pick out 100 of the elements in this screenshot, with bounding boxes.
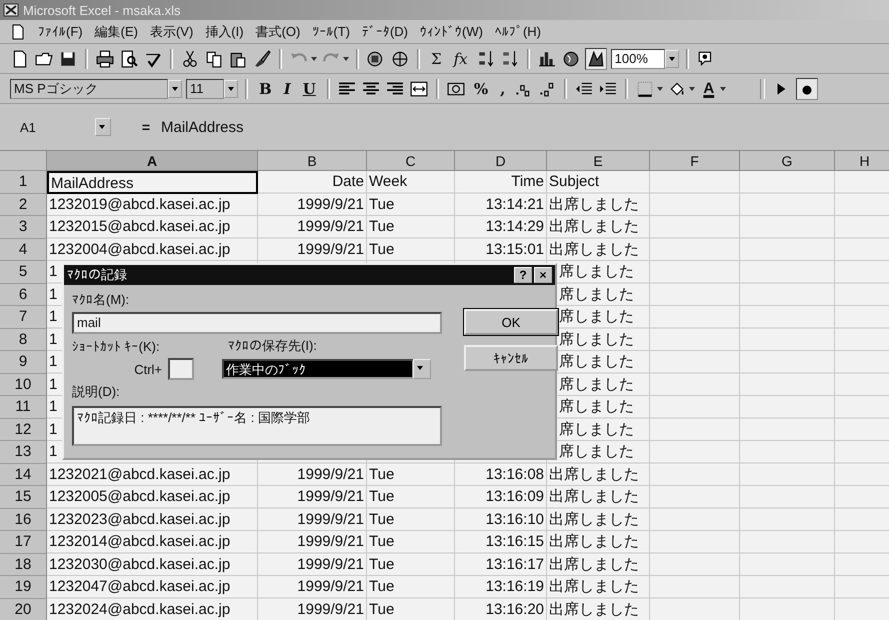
table-cell-text: Tue [368,510,396,530]
column-header[interactable]: G [740,151,835,171]
row-header[interactable]: 12 [0,418,47,441]
row-header[interactable]: 1 [0,171,47,194]
table-cell-text: 13:14:29 [484,217,545,237]
zoom-box[interactable]: 100% [610,48,665,68]
table-cell-text: 出席しました [548,532,640,552]
table-cell-text: 1 [48,262,58,282]
close-button[interactable]: × [534,267,552,283]
store-location-label: ﾏｸﾛの保存先(I): [228,337,317,355]
font-size-box[interactable]: 11 [186,78,224,98]
autosum-button[interactable]: Σ [427,50,446,68]
caret-icon[interactable] [689,86,696,90]
row-header[interactable]: 3 [0,216,47,238]
dropdown-button[interactable] [413,359,431,379]
column-header[interactable]: H [835,151,889,171]
column-header[interactable]: A [47,151,258,171]
brush-icon[interactable] [252,48,272,68]
globe-icon[interactable] [390,48,410,68]
menu-item[interactable]: ﾃﾞｰﾀ(D) [362,24,408,39]
italic-button[interactable]: I [280,80,295,98]
row-header[interactable]: 11 [0,396,47,418]
font-box[interactable]: MS Pゴシック [10,78,168,98]
copy-icon[interactable] [204,48,224,68]
row-header[interactable]: 7 [0,306,47,328]
column-header[interactable]: F [650,151,740,171]
row-header[interactable]: 5 [0,261,47,284]
ok-button[interactable]: OK [464,309,558,335]
row-header[interactable]: 8 [0,328,47,351]
table-cell-text: 13:16:19 [484,577,545,597]
function-button[interactable]: fx [450,50,472,68]
dropdown-button[interactable] [664,50,679,68]
record-icon[interactable] [796,78,818,100]
printer-icon[interactable] [95,48,115,68]
menu-item[interactable]: 書式(O) [256,22,300,40]
merge-center-icon[interactable] [408,78,429,98]
row-header[interactable]: 19 [0,576,47,598]
table-cell-text: 1 [48,307,58,327]
row-header[interactable]: 18 [0,554,47,576]
row-header[interactable]: 2 [0,194,47,216]
table-cell-text: Subject [548,172,600,192]
row-header[interactable]: 10 [0,374,47,396]
description-field[interactable]: ﾏｸﾛ記録日 : ****/**/** ﾕｰｻﾞｰ名 : 国際学部 [72,406,442,446]
macro-name-field[interactable]: mail [72,312,442,334]
app-icon [3,2,19,18]
menu-item[interactable]: ﾌｧｲﾙ(F) [38,24,83,39]
shortcut-key-label: ｼｮｰﾄｶｯﾄ ｷｰ(K): [72,338,161,354]
column-header[interactable]: C [367,151,455,171]
menu-item[interactable]: ﾂｰﾙ(T) [312,24,350,39]
dropdown-button[interactable] [168,80,182,98]
drawing-icon[interactable] [584,48,607,70]
font-color-button[interactable]: A [699,80,718,97]
table-cell-text: 1232004@abcd.kasei.ac.jp [48,240,232,260]
cancel-button[interactable]: ｷｬﾝｾﾙ [464,345,558,371]
percent-button[interactable]: % [470,80,492,98]
table-cell-text: 1999/9/21 [296,240,365,260]
borders-icon[interactable] [635,78,656,98]
dropdown-button[interactable] [95,118,111,136]
row-header[interactable]: 9 [0,351,47,374]
row-header[interactable]: 20 [0,598,47,620]
bold-button[interactable]: B [255,80,276,98]
row-header[interactable]: 17 [0,531,47,554]
table-cell-text: 席しました [558,420,635,440]
dialog-title: ﾏｸﾛの記録 [67,266,128,284]
menu-item[interactable]: ｳｨﾝﾄﾞｳ(W) [420,24,483,39]
store-location-dropdown[interactable]: 作業中のﾌﾞｯｸ [222,359,414,379]
table-cell-text: 席しました [558,374,635,394]
table-cell-text: Tue [368,577,396,597]
menu-item[interactable]: ﾍﾙﾌﾟ(H) [494,24,541,39]
underline-button[interactable]: U [298,80,320,98]
row-header[interactable]: 13 [0,441,47,464]
caret-icon[interactable] [657,86,664,90]
comma-button[interactable]: , [496,80,510,98]
caret-icon[interactable] [343,56,349,60]
row-header[interactable]: 4 [0,238,47,261]
table-cell-text: Time [510,172,545,192]
row-header[interactable]: 15 [0,486,47,508]
column-header[interactable]: E [547,151,650,171]
table-cell-text: 1999/9/21 [296,577,365,597]
row-header[interactable]: 14 [0,464,47,486]
caret-icon[interactable] [311,56,317,60]
dropdown-button[interactable] [224,80,238,98]
shortcut-key-field[interactable] [168,358,194,380]
row-header[interactable]: 16 [0,508,47,531]
column-header[interactable]: B [258,151,367,171]
menu-item[interactable]: 編集(E) [94,22,138,40]
table-cell-text: 1232024@abcd.kasei.ac.jp [48,600,232,620]
document-icon[interactable] [10,24,26,40]
caret-icon[interactable] [720,86,726,90]
table-cell-text: Tue [368,240,396,260]
menu-item[interactable]: 表示(V) [150,22,194,40]
row-header[interactable]: 6 [0,284,47,306]
preview-icon[interactable] [119,48,139,68]
table-cell-text: 13:16:17 [484,554,545,574]
menu-item[interactable]: 挿入(I) [205,22,244,40]
table-cell-text: Tue [368,194,396,214]
column-header[interactable]: D [455,151,547,171]
table-cell-text: 出席しました [548,510,640,530]
formula-content[interactable]: MailAddress [161,118,889,136]
help-button[interactable]: ? [514,267,532,283]
